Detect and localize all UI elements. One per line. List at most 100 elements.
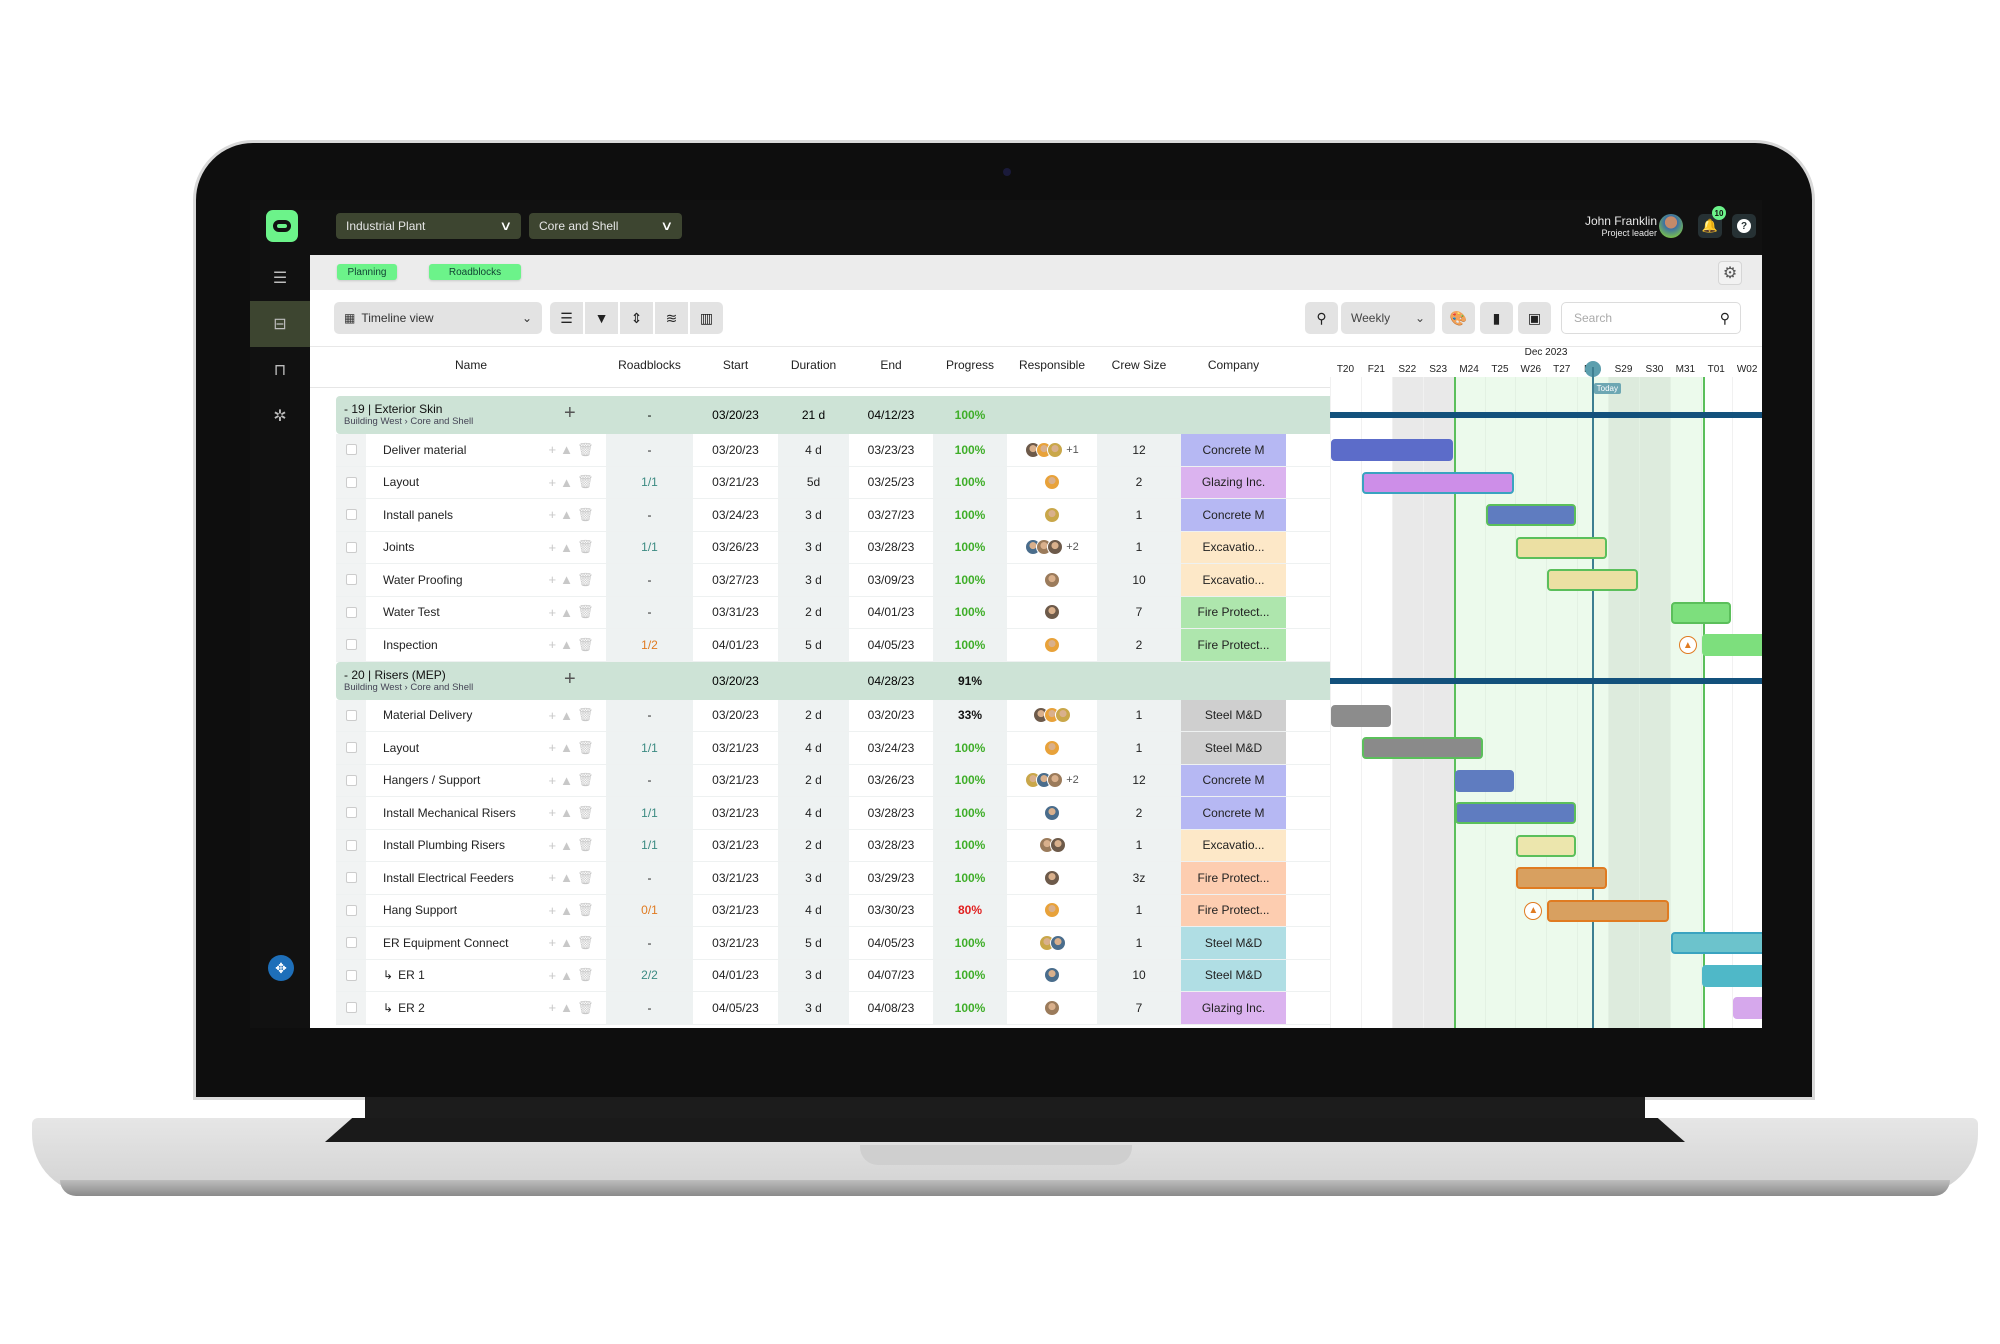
- task-name[interactable]: Inspection: [366, 629, 536, 661]
- roadblock-cone-icon[interactable]: ▲: [560, 870, 573, 885]
- add-subtask-icon[interactable]: +: [549, 475, 557, 490]
- task-bar[interactable]: [1670, 601, 1731, 624]
- sort-button[interactable]: ⇕: [620, 302, 653, 334]
- nav-analytics[interactable]: ✲: [250, 393, 310, 439]
- task-name[interactable]: Layout: [366, 732, 536, 764]
- responsible-avatars[interactable]: [1007, 992, 1097, 1024]
- roadblocks-value[interactable]: 1/2: [606, 629, 693, 661]
- user-avatar[interactable]: [1659, 214, 1683, 238]
- table-row[interactable]: ↳ ER 1 + ▲ 🗑 2/2 04/01/23 3 d 04/07/23 100% 10 Stee…: [336, 959, 1330, 992]
- start-date[interactable]: 03/24/23: [693, 499, 778, 531]
- table-row[interactable]: ER Equipment Connect + ▲ 🗑 -03/21/23 5 d 04/05…: [336, 927, 1330, 960]
- search-input[interactable]: [1572, 310, 1696, 326]
- responsible-avatars[interactable]: [1007, 862, 1097, 894]
- roadblock-cone-icon[interactable]: ▲: [560, 605, 573, 620]
- company-badge[interactable]: Steel M&D: [1181, 959, 1286, 991]
- end-date[interactable]: 03/30/23: [849, 895, 933, 927]
- end-date[interactable]: 03/09/23: [849, 564, 933, 596]
- start-date[interactable]: 04/01/23: [693, 960, 778, 992]
- start-date[interactable]: 03/21/23: [693, 830, 778, 862]
- company-badge[interactable]: Glazing Inc.: [1181, 466, 1286, 498]
- company-badge[interactable]: Excavatio...: [1181, 564, 1286, 596]
- nav-board[interactable]: ⊓: [250, 347, 310, 393]
- company-badge[interactable]: Glazing Inc.: [1181, 992, 1286, 1024]
- trash-icon[interactable]: 🗑: [577, 442, 594, 458]
- project-select[interactable]: Industrial Plant ∨: [336, 213, 521, 239]
- start-date[interactable]: 03/20/23: [693, 434, 778, 466]
- task-name[interactable]: Install panels: [366, 499, 536, 531]
- trash-icon[interactable]: 🗑: [577, 507, 594, 523]
- roadblocks-value[interactable]: -: [606, 434, 693, 466]
- roadblocks-value[interactable]: -: [606, 564, 693, 596]
- roadblock-cone-icon[interactable]: ▲: [1678, 636, 1697, 654]
- group-row[interactable]: - 20 | Risers (MEP) Building West › Core …: [336, 661, 1330, 700]
- row-checkbox[interactable]: [345, 606, 357, 618]
- responsible-avatars[interactable]: [1007, 895, 1097, 927]
- roadblock-cone-icon[interactable]: ▲: [560, 805, 573, 820]
- row-checkbox[interactable]: [345, 476, 357, 488]
- end-date[interactable]: 03/28/23: [849, 797, 933, 829]
- task-name[interactable]: Install Electrical Feeders: [366, 862, 536, 894]
- start-date[interactable]: 03/27/23: [693, 564, 778, 596]
- crew-size[interactable]: 3z: [1097, 862, 1181, 894]
- trash-icon[interactable]: 🗑: [577, 539, 594, 555]
- table-row[interactable]: Deliver material + ▲ 🗑 -03/20/23 4 d 03/23/23 1…: [336, 434, 1330, 467]
- table-row[interactable]: ↳ ER 2 + ▲ 🗑 -04/05/23 3 d 04/08/23 100% 7 Glazing…: [336, 992, 1330, 1025]
- row-checkbox[interactable]: [345, 839, 357, 851]
- row-checkbox[interactable]: [345, 872, 357, 884]
- duration[interactable]: 3 d: [778, 959, 849, 991]
- add-subtask-icon[interactable]: +: [549, 773, 557, 788]
- view-select[interactable]: ▦ Timeline view ⌄: [334, 302, 542, 334]
- responsible-avatars[interactable]: +2: [1007, 532, 1097, 564]
- company-badge[interactable]: Fire Protect...: [1181, 862, 1286, 894]
- trash-icon[interactable]: 🗑: [577, 740, 594, 756]
- row-checkbox[interactable]: [345, 937, 357, 949]
- row-checkbox[interactable]: [345, 807, 357, 819]
- search-box[interactable]: ⚲: [1561, 302, 1741, 334]
- trash-icon[interactable]: 🗑: [577, 805, 594, 821]
- add-subtask-icon[interactable]: +: [549, 708, 557, 723]
- nav-gantt[interactable]: ⊟: [250, 301, 310, 347]
- task-bar[interactable]: [1516, 536, 1608, 559]
- responsible-avatars[interactable]: [1007, 830, 1097, 862]
- trash-icon[interactable]: 🗑: [577, 772, 594, 788]
- responsible-avatars[interactable]: [1007, 629, 1097, 661]
- end-date[interactable]: 04/07/23: [849, 960, 933, 992]
- trash-icon[interactable]: 🗑: [577, 572, 594, 588]
- table-row[interactable]: Material Delivery + ▲ 🗑 -03/20/23 2 d 03/20/23…: [336, 699, 1330, 732]
- task-name[interactable]: Layout: [366, 467, 536, 499]
- responsible-avatars[interactable]: [1007, 499, 1097, 531]
- group-row[interactable]: - 19 | Exterior Skin Building West › Core…: [336, 396, 1330, 434]
- company-badge[interactable]: Excavatio...: [1181, 531, 1286, 563]
- duration[interactable]: 5 d: [778, 927, 849, 959]
- task-bar[interactable]: [1454, 769, 1515, 792]
- roadblock-cone-icon[interactable]: ▲: [560, 773, 573, 788]
- col-header-company[interactable]: Company: [1181, 347, 1286, 383]
- end-date[interactable]: 03/25/23: [849, 467, 933, 499]
- add-subtask-icon[interactable]: +: [549, 637, 557, 652]
- add-subtask-icon[interactable]: +: [549, 903, 557, 918]
- responsible-avatars[interactable]: +2: [1007, 765, 1097, 797]
- task-name[interactable]: Install Plumbing Risers: [366, 830, 536, 862]
- crew-size[interactable]: 1: [1097, 732, 1181, 764]
- crew-size[interactable]: 7: [1097, 596, 1181, 628]
- col-header-crew-size[interactable]: Crew Size: [1097, 347, 1181, 383]
- table-row[interactable]: Hang Support + ▲ 🗑 0/1 03/21/23 4 d 03/30/23 80%…: [336, 894, 1330, 927]
- table-row[interactable]: Layout + ▲ 🗑 1/1 03/21/23 4 d 03/24/23 100% 1 Stee…: [336, 732, 1330, 765]
- crew-size[interactable]: 2: [1097, 466, 1181, 498]
- task-bar[interactable]: [1670, 932, 1762, 954]
- col-header-duration[interactable]: Duration: [778, 347, 849, 383]
- crew-size[interactable]: 1: [1097, 699, 1181, 731]
- end-date[interactable]: 04/01/23: [849, 597, 933, 629]
- col-header-responsible[interactable]: Responsible: [1007, 347, 1097, 383]
- responsible-avatars[interactable]: +1: [1007, 434, 1097, 466]
- start-date[interactable]: 03/21/23: [693, 862, 778, 894]
- task-bar[interactable]: [1331, 439, 1453, 461]
- task-bar[interactable]: [1516, 867, 1608, 889]
- row-checkbox[interactable]: [345, 639, 357, 651]
- row-checkbox[interactable]: [345, 541, 357, 553]
- end-date[interactable]: 03/27/23: [849, 499, 933, 531]
- roadblock-cone-icon[interactable]: ▲: [1524, 901, 1543, 920]
- roadblocks-value[interactable]: -: [606, 862, 693, 894]
- end-date[interactable]: 03/29/23: [849, 862, 933, 894]
